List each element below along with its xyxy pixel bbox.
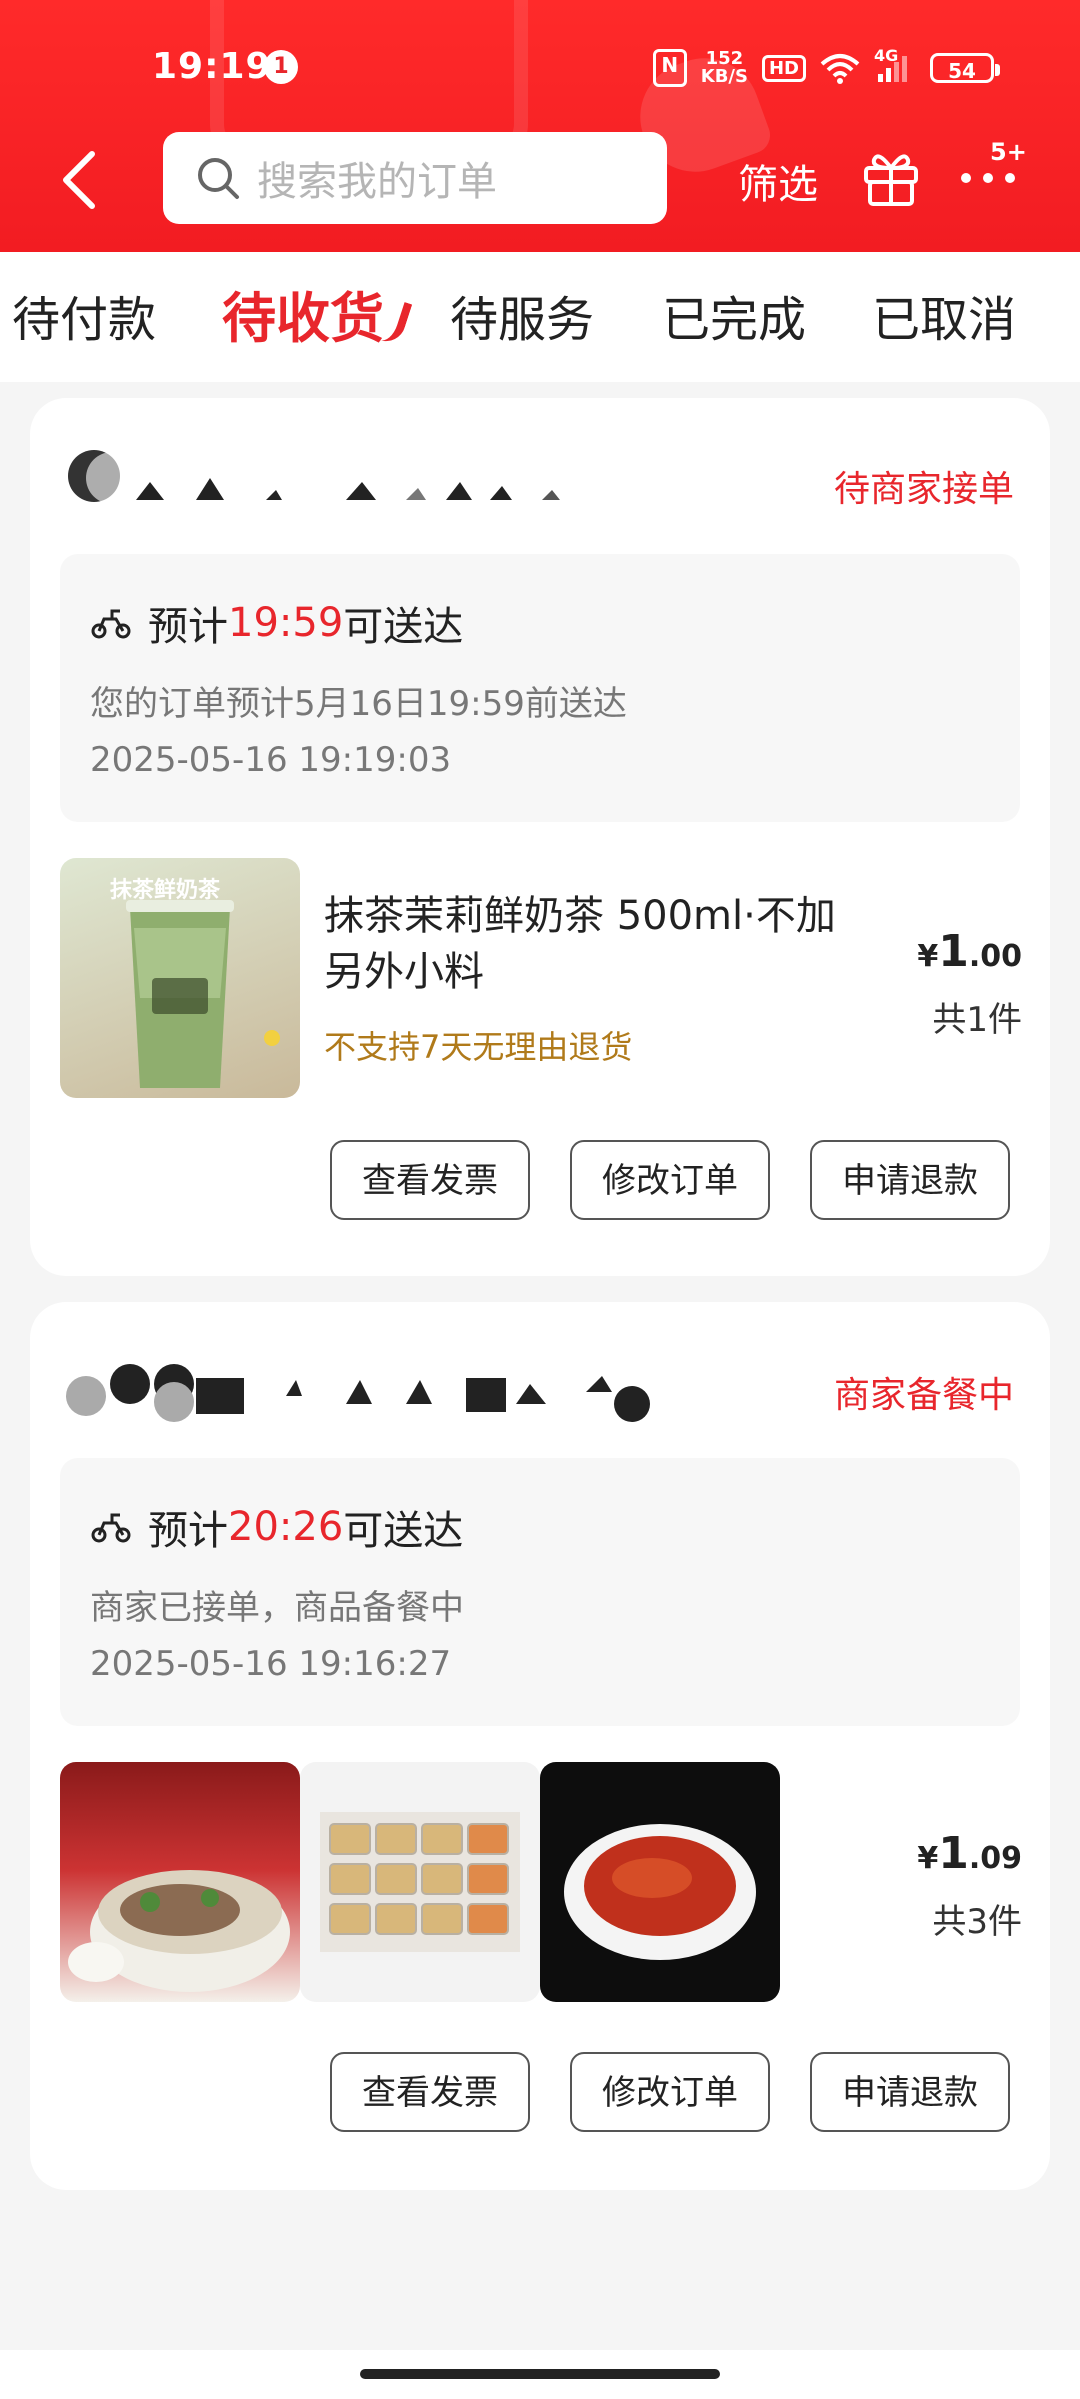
shop-name-redacted: [68, 450, 726, 504]
status-icons: N 152 KB/S HD 4G 54: [652, 46, 1000, 90]
order-price: ¥1.09: [917, 1828, 1022, 1879]
more-options-icon[interactable]: [958, 168, 1022, 188]
eta-time: 19:59: [228, 600, 344, 646]
more-notification-badge: 5+: [990, 138, 1027, 166]
return-policy-note: 不支持7天无理由退货: [324, 1028, 633, 1066]
order-price: ¥1.00: [917, 926, 1022, 977]
price-currency: ¥: [917, 1841, 939, 1876]
order-timestamp: 2025-05-16 19:19:03: [90, 740, 452, 780]
eta-suffix: 可送达: [343, 604, 464, 650]
notification-count-badge: 1: [264, 50, 298, 84]
item-count: 共3件: [932, 1902, 1022, 1942]
request-refund-button[interactable]: 申请退款: [810, 1140, 1010, 1220]
search-placeholder: 搜索我的订单: [257, 159, 497, 205]
product-name[interactable]: 抹茶茉莉鲜奶茶 500ml·不加另外小料: [324, 888, 864, 1000]
nfc-icon: N: [652, 49, 687, 87]
clock-time: 19:19: [152, 46, 272, 87]
network-speed-unit: KB/S: [700, 66, 748, 87]
order-status-text: 商家备餐中: [833, 1375, 1014, 1416]
order-card[interactable]: 商家备餐中 预计 20:26 可送达 商家已接单，商品备餐中 2025-05-1…: [30, 1302, 1050, 2190]
order-timestamp: 2025-05-16 19:16:27: [90, 1644, 452, 1684]
chili-oil-image: [564, 1824, 756, 1960]
scooter-icon: [91, 609, 131, 639]
tab-completed[interactable]: 已完成: [662, 280, 806, 350]
wifi-icon: [820, 54, 860, 84]
price-integer: 1: [938, 1828, 969, 1879]
price-decimal: .09: [968, 1841, 1022, 1876]
delivery-description: 商家已接单，商品备餐中: [90, 1588, 464, 1628]
eta-prefix: 预计: [148, 604, 228, 650]
eta-prefix: 预计: [148, 1508, 228, 1554]
modify-order-button[interactable]: 修改订单: [570, 2052, 770, 2132]
price-integer: 1: [938, 926, 969, 977]
product-thumbnail[interactable]: [540, 1762, 780, 2002]
gift-icon[interactable]: [860, 146, 922, 208]
delivery-eta: 预计 20:26 可送达: [90, 1498, 463, 1556]
search-icon: [198, 158, 239, 199]
request-refund-button[interactable]: 申请退款: [810, 2052, 1010, 2132]
filter-button[interactable]: 筛选: [738, 152, 818, 210]
item-count: 共1件: [932, 1000, 1022, 1040]
back-arrow-icon[interactable]: [56, 148, 102, 212]
network-type-label: 4G: [874, 46, 899, 65]
eta-suffix: 可送达: [343, 1508, 464, 1554]
price-decimal: .00: [968, 939, 1022, 974]
product-thumbnail[interactable]: [60, 1762, 300, 2002]
home-indicator[interactable]: [360, 2369, 720, 2379]
view-invoice-button[interactable]: 查看发票: [330, 2052, 530, 2132]
eta-time: 20:26: [228, 1504, 344, 1550]
view-invoice-button[interactable]: 查看发票: [330, 1140, 530, 1220]
tab-pending-receipt[interactable]: 待收货: [222, 274, 384, 353]
top-header: 19:19 1 N 152 KB/S HD 4G 54 搜索我的订单 筛选 5+: [0, 0, 1080, 252]
delivery-description: 您的订单预计5月16日19:59前送达: [90, 684, 627, 724]
battery-indicator: 54: [930, 53, 1000, 83]
price-currency: ¥: [917, 939, 939, 974]
thumb-label: 抹茶鲜奶茶: [110, 878, 221, 903]
product-thumbnail[interactable]: 抹茶鲜奶茶: [60, 858, 300, 1098]
cellular-signal-icon: 4G: [874, 46, 916, 84]
tab-cancelled[interactable]: 已取消: [872, 280, 1016, 350]
search-input[interactable]: 搜索我的订单: [163, 132, 667, 224]
hd-icon: HD: [761, 54, 806, 82]
tab-pending-payment[interactable]: 待付款: [12, 280, 156, 350]
network-speed: 152 KB/S: [701, 50, 748, 86]
order-status-tabs: 待付款 待收货 待服务 已完成 已取消: [0, 252, 1080, 382]
shop-name-redacted: [56, 1340, 696, 1422]
sauce-cups-image: [320, 1812, 520, 1952]
product-thumbnail[interactable]: [300, 1762, 540, 2002]
delivery-info-box: 预计 19:59 可送达 您的订单预计5月16日19:59前送达 2025-05…: [60, 554, 1020, 822]
order-card[interactable]: 待商家接单 预计 19:59 可送达 您的订单预计5月16日19:59前送达 2…: [30, 398, 1050, 1276]
noodle-soup-image: [68, 1870, 290, 1992]
delivery-info-box: 预计 20:26 可送达 商家已接单，商品备餐中 2025-05-16 19:1…: [60, 1458, 1020, 1726]
tab-pending-service[interactable]: 待服务: [450, 280, 594, 350]
delivery-eta: 预计 19:59 可送达: [90, 594, 463, 652]
status-bar: 19:19 1 N 152 KB/S HD 4G 54: [0, 36, 1080, 96]
modify-order-button[interactable]: 修改订单: [570, 1140, 770, 1220]
scooter-icon: [91, 1513, 131, 1543]
order-status-text: 待商家接单: [833, 469, 1014, 510]
